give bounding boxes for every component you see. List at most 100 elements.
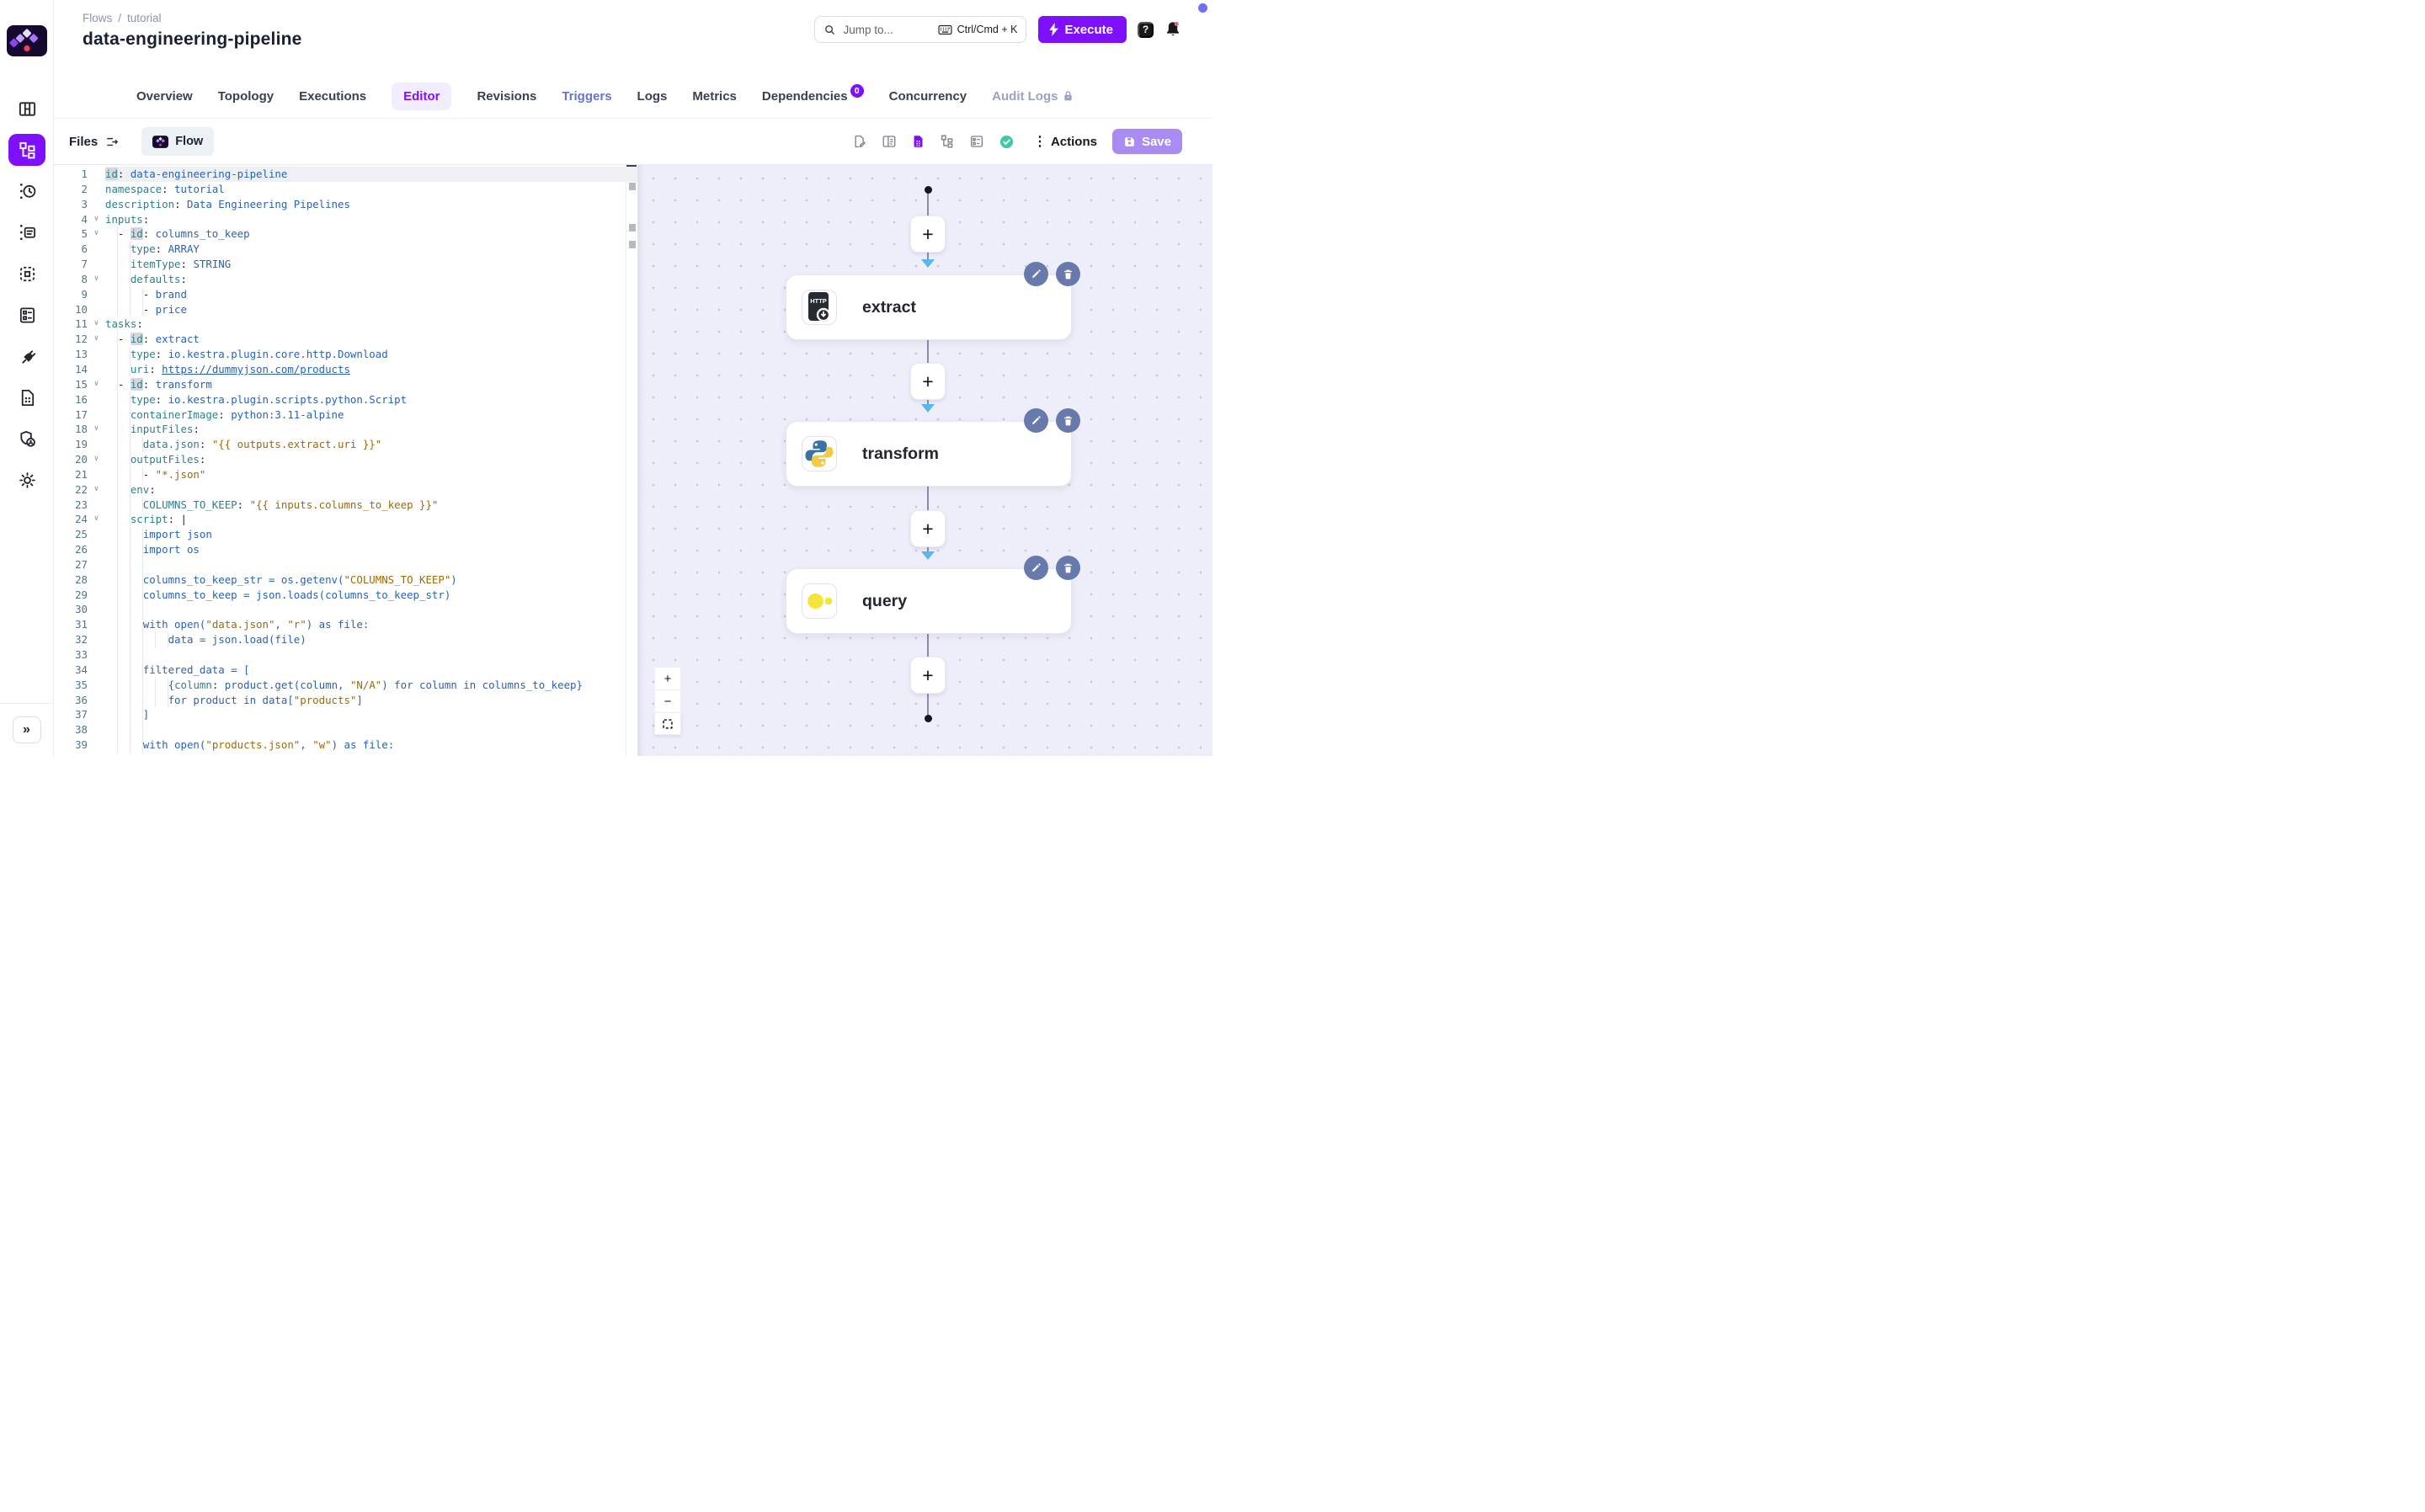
add-task-button[interactable]: + <box>910 216 946 253</box>
code-line-21[interactable]: 21- "*.json" <box>54 467 637 482</box>
code-line-13[interactable]: 13type: io.kestra.plugin.core.http.Downl… <box>54 347 637 362</box>
fold-chevron-icon[interactable]: ∨ <box>88 272 105 287</box>
tab-metrics[interactable]: Metrics <box>692 89 737 104</box>
sidebar-item-flows[interactable] <box>8 134 45 166</box>
code-line-16[interactable]: 16type: io.kestra.plugin.scripts.python.… <box>54 392 637 407</box>
code-line-22[interactable]: 22∨env: <box>54 482 637 498</box>
fold-chevron-icon[interactable]: ∨ <box>88 512 105 527</box>
code-line-25[interactable]: 25import json <box>54 527 637 542</box>
code-line-15[interactable]: 15∨- id: transform <box>54 377 637 392</box>
topology-tree-icon[interactable] <box>940 134 955 149</box>
sidebar-item-docs[interactable] <box>8 381 45 413</box>
delete-task-button[interactable] <box>1056 556 1080 580</box>
code-line-6[interactable]: 6type: ARRAY <box>54 242 637 257</box>
breadcrumb-flows[interactable]: Flows <box>83 12 112 24</box>
code-line-39[interactable]: 39with open("products.json", "w") as fil… <box>54 737 637 753</box>
tab-topology[interactable]: Topology <box>218 89 274 104</box>
breadcrumb-namespace[interactable]: tutorial <box>127 12 162 24</box>
edit-task-button[interactable] <box>1024 262 1048 286</box>
code-line-20[interactable]: 20∨outputFiles: <box>54 452 637 467</box>
fold-chevron-icon[interactable]: ∨ <box>88 317 105 332</box>
add-task-button[interactable]: + <box>910 363 946 400</box>
fit-screen-button[interactable] <box>654 712 681 735</box>
tab-triggers[interactable]: Triggers <box>562 89 611 104</box>
files-toggle-icon[interactable] <box>105 135 120 149</box>
code-line-38[interactable]: 38 <box>54 722 637 737</box>
doc-list-icon[interactable] <box>969 134 984 149</box>
fold-chevron-icon[interactable]: ∨ <box>88 422 105 437</box>
code-line-35[interactable]: 35{column: product.get(column, "N/A") fo… <box>54 678 637 693</box>
side-panel-icon[interactable] <box>882 134 897 149</box>
tab-audit-logs[interactable]: Audit Logs <box>992 89 1074 104</box>
code-line-33[interactable]: 33 <box>54 647 637 663</box>
sidebar-item-blueprints[interactable] <box>8 299 45 331</box>
tab-editor[interactable]: Editor <box>392 83 451 110</box>
code-line-10[interactable]: 10- price <box>54 302 637 317</box>
sidebar-item-dashboard[interactable] <box>8 93 45 125</box>
code-line-2[interactable]: 2namespace: tutorial <box>54 182 637 197</box>
code-line-37[interactable]: 37] <box>54 707 637 722</box>
code-line-36[interactable]: 36for product in data["products"] <box>54 693 637 708</box>
sidebar-item-settings[interactable] <box>8 464 45 496</box>
tab-dependencies[interactable]: Dependencies0 <box>762 89 864 104</box>
code-line-1[interactable]: 1id: data-engineering-pipeline <box>54 167 637 182</box>
code-line-4[interactable]: 4∨inputs: <box>54 212 637 227</box>
sidebar-item-namespaces[interactable] <box>8 258 45 290</box>
fold-chevron-icon[interactable]: ∨ <box>88 377 105 392</box>
code-line-24[interactable]: 24∨script: | <box>54 512 637 527</box>
fold-chevron-icon[interactable]: ∨ <box>88 482 105 498</box>
code-line-5[interactable]: 5∨- id: columns_to_keep <box>54 226 637 242</box>
code-line-18[interactable]: 18∨inputFiles: <box>54 422 637 437</box>
fold-chevron-icon[interactable]: ∨ <box>88 226 105 242</box>
code-line-31[interactable]: 31with open("data.json", "r") as file: <box>54 617 637 632</box>
files-label[interactable]: Files <box>69 135 98 149</box>
fold-chevron-icon[interactable]: ∨ <box>88 452 105 467</box>
sidebar-expand-button[interactable]: » <box>13 716 41 743</box>
code-line-3[interactable]: 3description: Data Engineering Pipelines <box>54 197 637 212</box>
tab-revisions[interactable]: Revisions <box>477 89 536 104</box>
sidebar-item-iam[interactable] <box>8 423 45 455</box>
tab-concurrency[interactable]: Concurrency <box>889 89 967 104</box>
topology-panel[interactable]: ++++HTTPextracttransformquery+− <box>637 165 1212 756</box>
kestra-logo[interactable] <box>7 25 47 56</box>
code-line-26[interactable]: 26import os <box>54 542 637 557</box>
zoom-in-button[interactable]: + <box>654 667 681 689</box>
sidebar-item-plugins[interactable] <box>8 340 45 372</box>
edit-task-button[interactable] <box>1024 408 1048 433</box>
tab-executions[interactable]: Executions <box>299 89 366 104</box>
code-line-19[interactable]: 19data.json: "{{ outputs.extract.uri }}" <box>54 437 637 452</box>
help-button[interactable]: ? <box>1138 22 1154 38</box>
sidebar-item-executions[interactable] <box>8 175 45 207</box>
file-edit-icon[interactable] <box>852 134 867 149</box>
delete-task-button[interactable] <box>1056 408 1080 433</box>
search-input[interactable]: Jump to... Ctrl/Cmd + K <box>814 16 1026 43</box>
code-line-34[interactable]: 34filtered_data = [ <box>54 663 637 678</box>
code-line-8[interactable]: 8∨defaults: <box>54 272 637 287</box>
code-line-11[interactable]: 11∨tasks: <box>54 317 637 332</box>
save-button[interactable]: Save <box>1112 129 1182 154</box>
execute-button[interactable]: Execute <box>1038 16 1127 43</box>
code-line-9[interactable]: 9- brand <box>54 287 637 302</box>
add-task-button[interactable]: + <box>910 657 946 694</box>
code-line-27[interactable]: 27 <box>54 557 637 572</box>
notifications-bell-icon[interactable] <box>1164 20 1182 39</box>
fold-chevron-icon[interactable]: ∨ <box>88 212 105 227</box>
code-line-12[interactable]: 12∨- id: extract <box>54 332 637 347</box>
code-line-14[interactable]: 14uri: https://dummyjson.com/products <box>54 362 637 377</box>
tab-overview[interactable]: Overview <box>136 89 193 104</box>
actions-menu[interactable]: ⋮ Actions <box>1033 133 1097 150</box>
code-line-32[interactable]: 32data = json.load(file) <box>54 632 637 647</box>
yaml-editor[interactable]: 1id: data-engineering-pipeline2namespace… <box>54 165 637 756</box>
zoom-out-button[interactable]: − <box>654 689 681 712</box>
sidebar-item-logs[interactable] <box>8 216 45 248</box>
tab-logs[interactable]: Logs <box>637 89 668 104</box>
edit-task-button[interactable] <box>1024 556 1048 580</box>
fold-chevron-icon[interactable]: ∨ <box>88 332 105 347</box>
delete-task-button[interactable] <box>1056 262 1080 286</box>
code-line-23[interactable]: 23COLUMNS_TO_KEEP: "{{ inputs.columns_to… <box>54 498 637 513</box>
code-line-7[interactable]: 7itemType: STRING <box>54 257 637 272</box>
code-line-29[interactable]: 29columns_to_keep = json.loads(columns_t… <box>54 588 637 603</box>
file-code-icon[interactable] <box>911 134 925 149</box>
code-line-28[interactable]: 28columns_to_keep_str = os.getenv("COLUM… <box>54 572 637 588</box>
flow-file-tab[interactable]: Flow <box>141 127 214 156</box>
